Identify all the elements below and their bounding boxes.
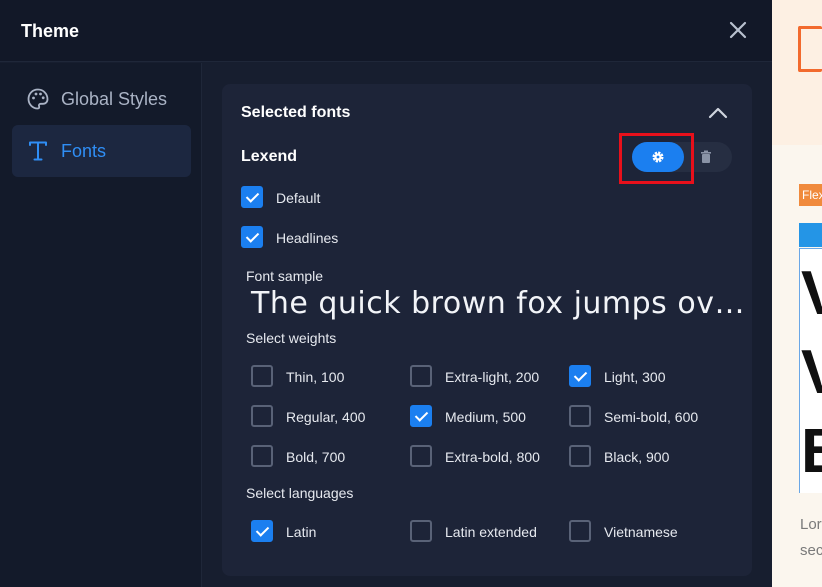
language-checkbox-latin-extended[interactable]: [410, 520, 432, 542]
weight-label: Thin, 100: [286, 369, 345, 385]
card-title: Selected fonts: [241, 104, 351, 121]
weight-checkbox-semi-bold[interactable]: [569, 405, 591, 427]
preview-container-tag: Flex: [799, 184, 822, 206]
weight-label: Extra-light, 200: [445, 369, 540, 385]
select-weights-label: Select weights: [246, 330, 337, 346]
preview-body-text: Lor: [800, 516, 822, 533]
chevron-up-icon[interactable]: [706, 103, 730, 121]
close-icon[interactable]: [726, 18, 750, 42]
weight-checkbox-extra-bold[interactable]: [410, 445, 432, 467]
weight-checkbox-light[interactable]: [569, 365, 591, 387]
heading-widget-icon: [799, 223, 822, 247]
weight-label: Bold, 700: [286, 449, 346, 465]
language-label: Latin extended: [445, 524, 537, 540]
font-name: Lexend: [241, 148, 298, 165]
sidebar: Global Styles Fonts: [0, 63, 202, 587]
weight-label: Extra-bold, 800: [445, 449, 540, 465]
type-icon: [29, 141, 47, 161]
weight-checkbox-black[interactable]: [569, 445, 591, 467]
weight-checkbox-thin[interactable]: [251, 365, 273, 387]
sidebar-item-fonts[interactable]: Fonts: [12, 125, 191, 177]
default-checkbox[interactable]: [241, 186, 263, 208]
preview-heading-letter: V: [801, 338, 822, 407]
weight-checkbox-regular[interactable]: [251, 405, 273, 427]
default-label: Default: [276, 190, 321, 206]
sidebar-item-label: Global Styles: [61, 89, 168, 109]
panel-header: Theme: [0, 0, 772, 62]
font-sample-label: Font sample: [246, 268, 324, 284]
select-languages-label: Select languages: [246, 485, 354, 501]
palette-icon: [27, 88, 49, 110]
headlines-checkbox[interactable]: [241, 226, 263, 248]
weight-label: Regular, 400: [286, 409, 366, 425]
language-label: Latin: [286, 524, 317, 540]
preview-header: [772, 0, 822, 145]
theme-panel: Theme Global Styles Fonts Selected fonts: [0, 0, 772, 587]
trash-icon[interactable]: [696, 147, 716, 167]
site-preview[interactable]: Flex V V B Lor sec: [772, 0, 822, 587]
language-checkbox-vietnamese[interactable]: [569, 520, 591, 542]
font-sample-text: The quick brown fox jumps ov…: [251, 286, 745, 321]
preview-heading-letter: B: [801, 421, 822, 483]
weight-checkbox-bold[interactable]: [251, 445, 273, 467]
language-label: Vietnamese: [604, 524, 678, 540]
preview-heading-letter: V: [801, 259, 822, 328]
panel-title: Theme: [21, 21, 80, 41]
weight-label: Black, 900: [604, 449, 670, 465]
headlines-label: Headlines: [276, 230, 339, 246]
language-checkbox-latin[interactable]: [251, 520, 273, 542]
weight-checkbox-extra-light[interactable]: [410, 365, 432, 387]
weight-label: Semi-bold, 600: [604, 409, 699, 425]
preview-body-text: sec: [800, 542, 822, 559]
sidebar-item-label: Fonts: [61, 141, 107, 161]
weight-label: Light, 300: [604, 369, 666, 385]
sidebar-item-global-styles[interactable]: Global Styles: [12, 73, 191, 125]
preview-logo: [798, 26, 822, 72]
weight-label: Medium, 500: [445, 409, 526, 425]
selected-fonts-card: Selected fonts Lexend Default Headlines …: [222, 84, 752, 576]
highlight-annotation: [619, 133, 694, 184]
weight-checkbox-medium[interactable]: [410, 405, 432, 427]
